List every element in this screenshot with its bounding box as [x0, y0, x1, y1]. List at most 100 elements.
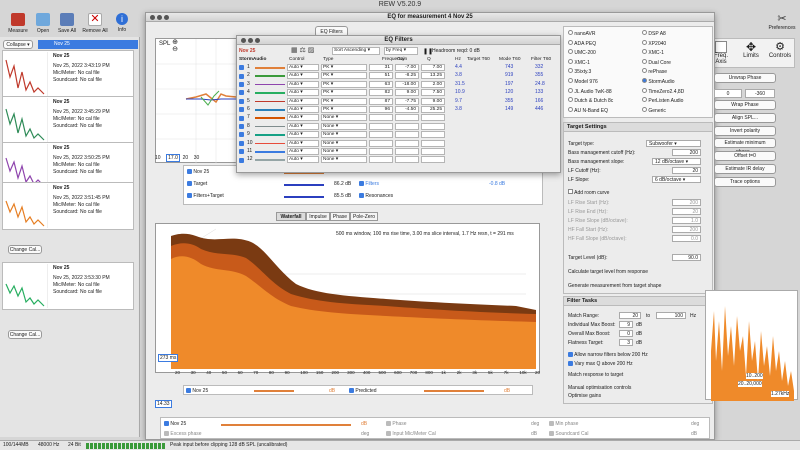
eq-option[interactable]: Generic	[642, 106, 666, 114]
filter-control-select[interactable]: Auto ▾	[287, 114, 319, 122]
filter-control-select[interactable]: Auto ▾	[287, 122, 319, 130]
filter-type-select[interactable]: None ▾	[321, 131, 367, 139]
filter-control-select[interactable]: Auto ▾	[287, 80, 319, 88]
tab-impulse[interactable]: Impulse	[306, 212, 330, 221]
filter-control-select[interactable]: Auto ▾	[287, 131, 319, 139]
lf-rise-end-input[interactable]: 20	[672, 208, 701, 215]
filter-control-select[interactable]: Auto ▾	[287, 97, 319, 105]
filter-frequency-input[interactable]: 31	[369, 64, 393, 71]
filter-q-input[interactable]: 9.00	[421, 97, 445, 105]
right-action-button[interactable]: Wrap Phase	[714, 100, 776, 110]
max-boost-input[interactable]: 9	[619, 321, 633, 328]
eq-option[interactable]: UMC-200	[568, 49, 596, 56]
filter-q-input[interactable]	[421, 114, 445, 122]
lf-cutoff-input[interactable]: 20	[672, 167, 701, 174]
legend-target[interactable]: Target	[187, 181, 207, 187]
flatness-input[interactable]: 3	[619, 339, 633, 346]
bass-slope-select[interactable]: 12 dB/octave ▾	[652, 158, 701, 165]
filter-row[interactable]: 7 Auto ▾ None ▾	[237, 114, 562, 122]
filter-control-select[interactable]: Auto ▾	[287, 148, 319, 155]
filter-enable-checkbox[interactable]	[239, 157, 244, 163]
eq-option[interactable]: AU N-Band EQ	[568, 106, 608, 114]
optimise-gains-button[interactable]: Optimise gains	[568, 393, 601, 399]
lf-rise-slope-input[interactable]: 1.0	[672, 217, 701, 224]
open-button[interactable]: Open	[30, 13, 56, 34]
eq-option[interactable]: TimeZero2.4,8D	[642, 87, 684, 95]
tab-pole-zero[interactable]: Pole-Zero	[350, 212, 378, 221]
filter-control-select[interactable]: Auto ▾	[287, 72, 319, 80]
filter-gain-input[interactable]: -4.50	[395, 106, 419, 113]
narrow-filters-checkbox[interactable]: Allow narrow filters below 200 Hz	[568, 352, 648, 358]
eq-option[interactable]: PerListen Audio	[642, 97, 683, 104]
filter-row[interactable]: 8 Auto ▾ None ▾	[237, 122, 562, 131]
match-response-button[interactable]: Match response to target	[568, 372, 623, 378]
filter-gain-input[interactable]	[395, 156, 419, 164]
filter-enable-checkbox[interactable]	[239, 73, 244, 79]
filter-control-select[interactable]: Auto ▾	[287, 156, 319, 164]
filter-type-select[interactable]: None ▾	[321, 156, 367, 164]
filter-gain-input[interactable]: -7.75	[395, 97, 419, 105]
filter-gain-input[interactable]	[395, 114, 419, 122]
bottom-legend-soundcard-cal[interactable]: Soundcard Cal	[549, 431, 588, 437]
right-action-button[interactable]: Offset t=0	[714, 151, 776, 161]
filter-row[interactable]: 2 Auto ▾ PK ▾ 51 -8.25 13.25 3.8 919 355	[237, 72, 562, 80]
filter-type-select[interactable]: PK ▾	[321, 89, 367, 97]
filter-gain-input[interactable]	[395, 131, 419, 139]
wf-legend-predicted[interactable]: Predicted	[349, 388, 377, 394]
filter-control-select[interactable]: Auto ▾	[287, 64, 319, 71]
sort-by-select[interactable]: by Freq ▾	[384, 47, 418, 55]
controls-button[interactable]: ⚙ Controls	[766, 41, 794, 59]
filter-enable-checkbox[interactable]	[239, 65, 244, 71]
filter-frequency-input[interactable]: 63	[369, 80, 393, 88]
filter-gain-input[interactable]: 9.00	[395, 89, 419, 97]
filters-tool-icons[interactable]: ▦ ⚖ ▨	[291, 47, 331, 55]
wf-legend-nov25[interactable]: Nov 25	[186, 388, 208, 394]
right-action-button[interactable]: Estimate IR delay	[714, 164, 776, 174]
xtick-17[interactable]: 17.0	[166, 154, 180, 162]
right-action-button[interactable]: Invert polarity	[714, 126, 776, 136]
filter-enable-checkbox[interactable]	[239, 90, 244, 96]
measurement-thumbnail[interactable]: Nov 25 Nov 25, 2022 3:51:45 PM Mic/Meter…	[2, 182, 134, 230]
lf-slope-select[interactable]: 6 dB/octave ▾	[652, 176, 701, 183]
filter-row[interactable]: 5 Auto ▾ PK ▾ 87 -7.75 9.00 9.7 355 166	[237, 97, 562, 106]
filter-frequency-input[interactable]	[369, 139, 393, 147]
right-action-button[interactable]: Unwrap Phase	[714, 73, 776, 83]
remove-all-button[interactable]: ✕ Remove All	[82, 13, 108, 34]
target-level-input[interactable]: 90.0	[672, 254, 701, 261]
filter-type-select[interactable]: None ▾	[321, 139, 367, 147]
room-curve-checkbox[interactable]: Add room curve	[568, 189, 609, 196]
eq-option[interactable]: Dutch & Dutch 8c	[568, 97, 613, 104]
filter-q-input[interactable]	[421, 139, 445, 147]
filter-control-select[interactable]: Auto ▾	[287, 89, 319, 97]
waterfall-time-readout[interactable]: 273 ms	[158, 354, 179, 362]
collapse-button[interactable]: Collapse ▾	[3, 40, 33, 49]
filter-type-select[interactable]: PK ▾	[321, 97, 367, 105]
match-range-to-input[interactable]: 100	[656, 312, 686, 319]
filter-q-input[interactable]	[421, 131, 445, 139]
bottom-legend-mic-cal[interactable]: Input Mic/Meter Cal	[386, 431, 436, 437]
eq-option[interactable]: XMC-1	[642, 49, 664, 56]
change-cal-button-2[interactable]: Change Cal...	[8, 330, 42, 339]
eq-option[interactable]: nanoAVR	[568, 30, 595, 37]
filter-row[interactable]: 11 Auto ▾ None ▾	[237, 148, 562, 156]
filter-type-select[interactable]: PK ▾	[321, 80, 367, 88]
bottom-legend-phase[interactable]: Phase	[386, 421, 407, 427]
phase-max-input[interactable]: -360	[745, 89, 775, 98]
filter-q-input[interactable]	[421, 122, 445, 130]
filter-gain-input[interactable]	[395, 148, 419, 155]
legend-filters[interactable]: Filters	[359, 181, 379, 187]
sort-select[interactable]: Sort Ascending ▾	[332, 47, 380, 55]
legend-resonances[interactable]: Resonances	[359, 193, 393, 199]
filter-frequency-input[interactable]	[369, 122, 393, 130]
filter-q-input[interactable]: 7.00	[421, 64, 445, 71]
filter-gain-input[interactable]	[395, 122, 419, 130]
filter-control-select[interactable]: Auto ▾	[287, 106, 319, 113]
filter-q-input[interactable]	[421, 156, 445, 164]
save-all-button[interactable]: Save All	[54, 13, 80, 34]
right-action-button[interactable]: Trace options	[714, 177, 776, 187]
zoom-controls[interactable]: ⊕ ⊖	[170, 39, 180, 69]
hf-fall-slope-input[interactable]: 0.0	[672, 235, 701, 242]
eq-option[interactable]: XP2040	[642, 39, 666, 47]
measurement-thumbnail[interactable]: Nov 25 Nov 25, 2022 3:45:29 PM Mic/Meter…	[2, 96, 134, 144]
preferences-button[interactable]: ✂ Preferences	[766, 13, 798, 31]
